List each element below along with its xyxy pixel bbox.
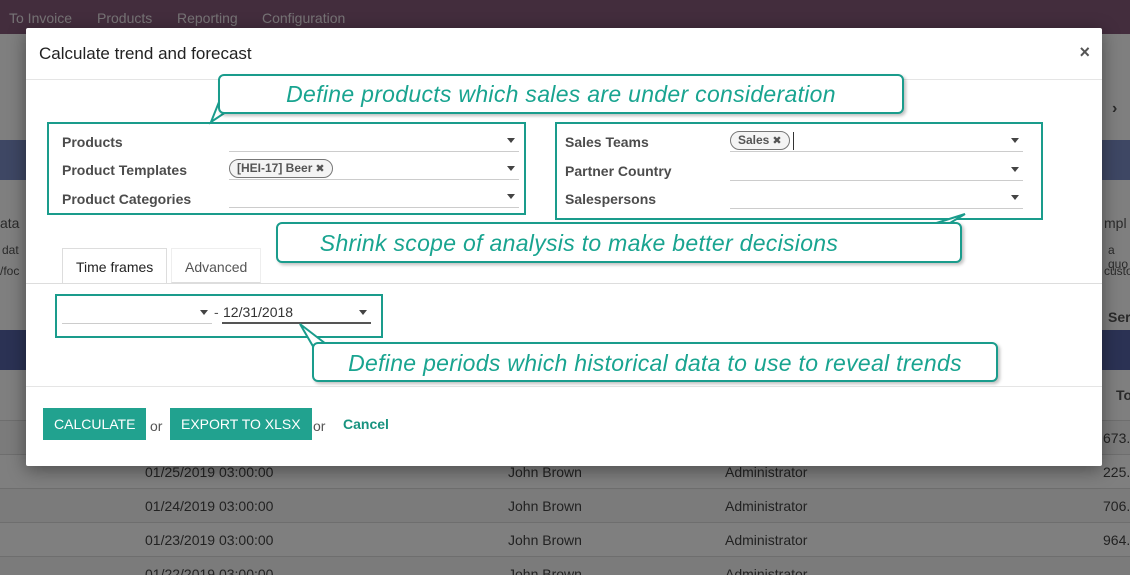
calculate-button[interactable]: CALCULATE bbox=[43, 408, 147, 440]
sales-team-tag[interactable]: Sales ✖ bbox=[730, 131, 790, 150]
sales-teams-field[interactable]: Sales ✖ bbox=[730, 130, 1023, 152]
or-separator: or bbox=[313, 418, 326, 434]
footer-divider bbox=[26, 386, 1102, 387]
partner-country-label: Partner Country bbox=[565, 163, 672, 179]
close-icon[interactable]: × bbox=[1079, 42, 1090, 63]
date-range-group: - 12/31/2018 bbox=[55, 294, 383, 338]
or-separator: or bbox=[150, 418, 163, 434]
products-field[interactable] bbox=[229, 130, 519, 152]
dialog-title: Calculate trend and forecast bbox=[39, 44, 252, 63]
chevron-down-icon[interactable] bbox=[507, 138, 515, 143]
tag-label: [HEI-17] Beer bbox=[237, 161, 313, 175]
product-templates-field[interactable]: [HEI-17] Beer ✖ bbox=[229, 158, 519, 180]
chevron-down-icon[interactable] bbox=[1011, 195, 1019, 200]
salespersons-field[interactable] bbox=[730, 187, 1023, 209]
callout-products-text: Define products which sales are under co… bbox=[286, 81, 836, 107]
sales-teams-label: Sales Teams bbox=[565, 134, 649, 150]
product-categories-label: Product Categories bbox=[62, 191, 192, 207]
callout-periods: Define periods which historical data to … bbox=[312, 342, 998, 382]
chevron-down-icon[interactable] bbox=[1011, 138, 1019, 143]
product-categories-field[interactable] bbox=[229, 186, 519, 208]
partner-country-field[interactable] bbox=[730, 159, 1023, 181]
date-to-value: 12/31/2018 bbox=[223, 304, 294, 320]
products-label: Products bbox=[62, 134, 123, 150]
callout-products: Define products which sales are under co… bbox=[218, 74, 904, 114]
cancel-link[interactable]: Cancel bbox=[343, 416, 389, 432]
tabs-divider bbox=[26, 283, 1102, 284]
tag-label: Sales bbox=[738, 133, 770, 147]
team-filters-group: Sales Teams Sales ✖ Partner Country Sales… bbox=[555, 122, 1043, 220]
chevron-down-icon[interactable] bbox=[507, 194, 515, 199]
chevron-down-icon[interactable] bbox=[359, 310, 367, 315]
callout-periods-text: Define periods which historical data to … bbox=[348, 350, 962, 376]
chevron-down-icon[interactable] bbox=[200, 310, 208, 315]
chevron-down-icon[interactable] bbox=[1011, 167, 1019, 172]
product-templates-label: Product Templates bbox=[62, 162, 187, 178]
dialog-header: Calculate trend and forecast × bbox=[26, 28, 1102, 80]
remove-tag-icon[interactable]: ✖ bbox=[772, 135, 781, 147]
export-xlsx-button[interactable]: EXPORT TO XLSX bbox=[170, 408, 312, 440]
date-separator: - bbox=[214, 304, 219, 320]
callout-scope-text: Shrink scope of analysis to make better … bbox=[319, 230, 839, 256]
chevron-down-icon[interactable] bbox=[507, 166, 515, 171]
salespersons-label: Salespersons bbox=[565, 191, 657, 207]
tab-time-frames[interactable]: Time frames bbox=[62, 248, 168, 283]
product-filters-group: Products Product Templates [HEI-17] Beer… bbox=[47, 122, 526, 215]
callout-scope: Shrink scope of analysis to make better … bbox=[276, 222, 962, 263]
date-from-field[interactable] bbox=[62, 302, 212, 324]
text-cursor bbox=[793, 132, 794, 150]
remove-tag-icon[interactable]: ✖ bbox=[315, 163, 324, 175]
product-template-tag[interactable]: [HEI-17] Beer ✖ bbox=[229, 159, 333, 178]
